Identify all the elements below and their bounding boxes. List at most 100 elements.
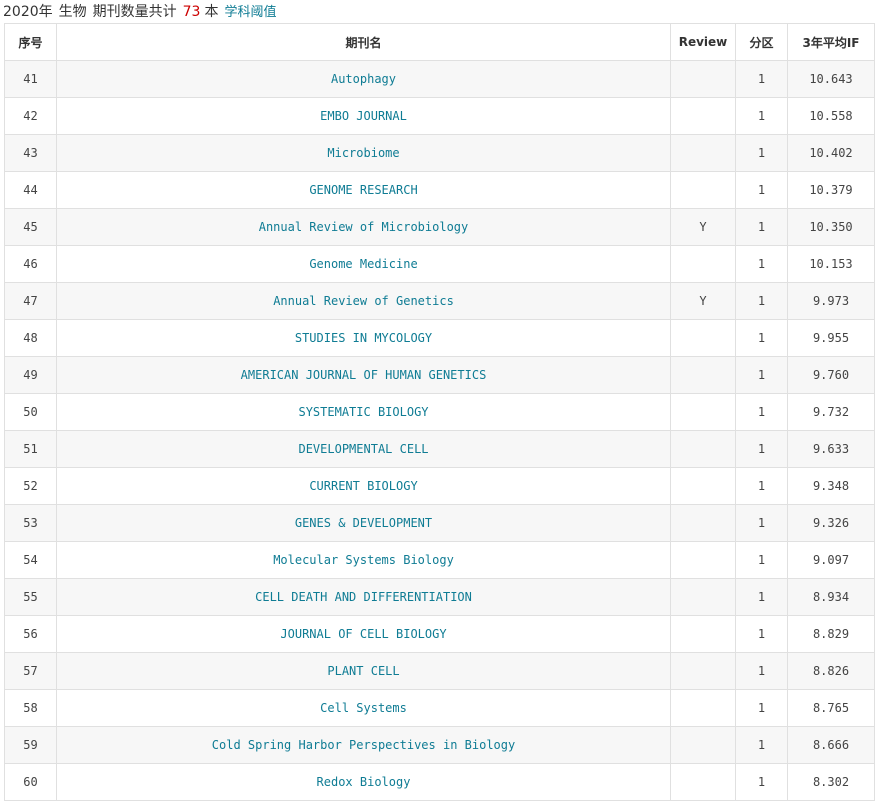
column-header-3yr-if: 3年平均IF — [787, 23, 875, 61]
impact-factor-value: 8.302 — [787, 763, 875, 801]
impact-factor-value: 8.826 — [787, 652, 875, 690]
review-flag — [670, 97, 736, 135]
table-row: 49 AMERICAN JOURNAL OF HUMAN GENETICS 1 9.7… — [4, 356, 875, 394]
table-body: 41 Autophagy 1 10.643 42 EMBO JOURNAL 1 10.558 4… — [4, 60, 875, 801]
row-index: 57 — [4, 652, 57, 690]
review-flag — [670, 171, 736, 209]
table-row: 45 Annual Review of Microbiology Y 1 10.350 — [4, 208, 875, 246]
journal-name-link[interactable]: Microbiome — [327, 146, 399, 160]
journal-name-cell: Molecular Systems Biology — [56, 541, 671, 579]
zone-value: 1 — [735, 689, 788, 727]
zone-value: 1 — [735, 208, 788, 246]
impact-factor-value: 10.350 — [787, 208, 875, 246]
journal-name-cell: CELL DEATH AND DIFFERENTIATION — [56, 578, 671, 616]
journal-name-link[interactable]: Genome Medicine — [309, 257, 417, 271]
row-index: 47 — [4, 282, 57, 320]
row-index: 55 — [4, 578, 57, 616]
row-index: 43 — [4, 134, 57, 172]
row-index: 44 — [4, 171, 57, 209]
journal-name-link[interactable]: GENOME RESEARCH — [309, 183, 417, 197]
review-flag — [670, 245, 736, 283]
zone-value: 1 — [735, 393, 788, 431]
table-row: 59 Cold Spring Harbor Perspectives in Bio… — [4, 726, 875, 764]
impact-factor-value: 8.934 — [787, 578, 875, 616]
row-index: 50 — [4, 393, 57, 431]
row-index: 54 — [4, 541, 57, 579]
zone-value: 1 — [735, 97, 788, 135]
review-flag — [670, 134, 736, 172]
review-flag — [670, 60, 736, 98]
table-row: 50 SYSTEMATIC BIOLOGY 1 9.732 — [4, 393, 875, 431]
journal-name-link[interactable]: DEVELOPMENTAL CELL — [298, 442, 428, 456]
table-row: 56 JOURNAL OF CELL BIOLOGY 1 8.829 — [4, 615, 875, 653]
journal-name-cell: EMBO JOURNAL — [56, 97, 671, 135]
row-index: 45 — [4, 208, 57, 246]
review-flag — [670, 430, 736, 468]
journal-name-link[interactable]: AMERICAN JOURNAL OF HUMAN GENETICS — [241, 368, 487, 382]
review-flag — [670, 578, 736, 616]
journal-name-cell: Redox Biology — [56, 763, 671, 801]
zone-value: 1 — [735, 282, 788, 320]
journal-name-link[interactable]: JOURNAL OF CELL BIOLOGY — [280, 627, 446, 641]
zone-value: 1 — [735, 134, 788, 172]
review-flag — [670, 689, 736, 727]
journal-name-link[interactable]: GENES & DEVELOPMENT — [295, 516, 432, 530]
table-row: 55 CELL DEATH AND DIFFERENTIATION 1 8.934 — [4, 578, 875, 616]
journal-name-cell: Cell Systems — [56, 689, 671, 727]
impact-factor-value: 9.732 — [787, 393, 875, 431]
zone-value: 1 — [735, 541, 788, 579]
journal-name-link[interactable]: EMBO JOURNAL — [320, 109, 407, 123]
journal-name-cell: Autophagy — [56, 60, 671, 98]
journal-name-link[interactable]: Cold Spring Harbor Perspectives in Biolo… — [212, 738, 515, 752]
subject-threshold-link[interactable]: 学科阈值 — [224, 5, 276, 20]
table-row: 42 EMBO JOURNAL 1 10.558 — [4, 97, 875, 135]
row-index: 42 — [4, 97, 57, 135]
zone-value: 1 — [735, 60, 788, 98]
row-index: 51 — [4, 430, 57, 468]
column-header-journal-name: 期刊名 — [56, 23, 671, 61]
impact-factor-value: 9.955 — [787, 319, 875, 357]
journal-count-unit: 本 — [204, 4, 219, 20]
journal-name-link[interactable]: STUDIES IN MYCOLOGY — [295, 331, 432, 345]
zone-value: 1 — [735, 578, 788, 616]
journal-name-link[interactable]: Autophagy — [331, 72, 396, 86]
table-row: 48 STUDIES IN MYCOLOGY 1 9.955 — [4, 319, 875, 357]
impact-factor-value: 9.760 — [787, 356, 875, 394]
journal-name-link[interactable]: Annual Review of Microbiology — [259, 220, 469, 234]
table-header-row: 序号 期刊名 Review 分区 3年平均IF — [4, 23, 875, 61]
page-header: 2020年 生物 期刊数量共计 73 本学科阈值 — [3, 1, 276, 23]
journal-name-link[interactable]: CURRENT BIOLOGY — [309, 479, 417, 493]
journal-name-cell: DEVELOPMENTAL CELL — [56, 430, 671, 468]
impact-factor-value: 8.765 — [787, 689, 875, 727]
journal-name-link[interactable]: Redox Biology — [317, 775, 411, 789]
journal-name-link[interactable]: Molecular Systems Biology — [273, 553, 454, 567]
review-flag: Y — [670, 282, 736, 320]
zone-value: 1 — [735, 430, 788, 468]
year-label: 2020年 — [3, 4, 53, 20]
impact-factor-value: 10.643 — [787, 60, 875, 98]
review-flag — [670, 356, 736, 394]
journal-name-cell: JOURNAL OF CELL BIOLOGY — [56, 615, 671, 653]
journal-name-link[interactable]: Cell Systems — [320, 701, 407, 715]
row-index: 53 — [4, 504, 57, 542]
table-row: 43 Microbiome 1 10.402 — [4, 134, 875, 172]
impact-factor-value: 9.633 — [787, 430, 875, 468]
zone-value: 1 — [735, 763, 788, 801]
journal-table: 序号 期刊名 Review 分区 3年平均IF 41 Autophagy 1 10.6… — [4, 23, 875, 801]
journal-name-cell: GENES & DEVELOPMENT — [56, 504, 671, 542]
journal-name-link[interactable]: CELL DEATH AND DIFFERENTIATION — [255, 590, 472, 604]
journal-name-cell: Cold Spring Harbor Perspectives in Biolo… — [56, 726, 671, 764]
review-flag — [670, 393, 736, 431]
table-row: 58 Cell Systems 1 8.765 — [4, 689, 875, 727]
zone-value: 1 — [735, 615, 788, 653]
zone-value: 1 — [735, 245, 788, 283]
review-flag — [670, 467, 736, 505]
impact-factor-value: 10.558 — [787, 97, 875, 135]
impact-factor-value: 9.097 — [787, 541, 875, 579]
impact-factor-value: 10.402 — [787, 134, 875, 172]
journal-name-link[interactable]: Annual Review of Genetics — [273, 294, 454, 308]
zone-value: 1 — [735, 652, 788, 690]
journal-name-link[interactable]: SYSTEMATIC BIOLOGY — [298, 405, 428, 419]
row-index: 59 — [4, 726, 57, 764]
journal-name-link[interactable]: PLANT CELL — [327, 664, 399, 678]
